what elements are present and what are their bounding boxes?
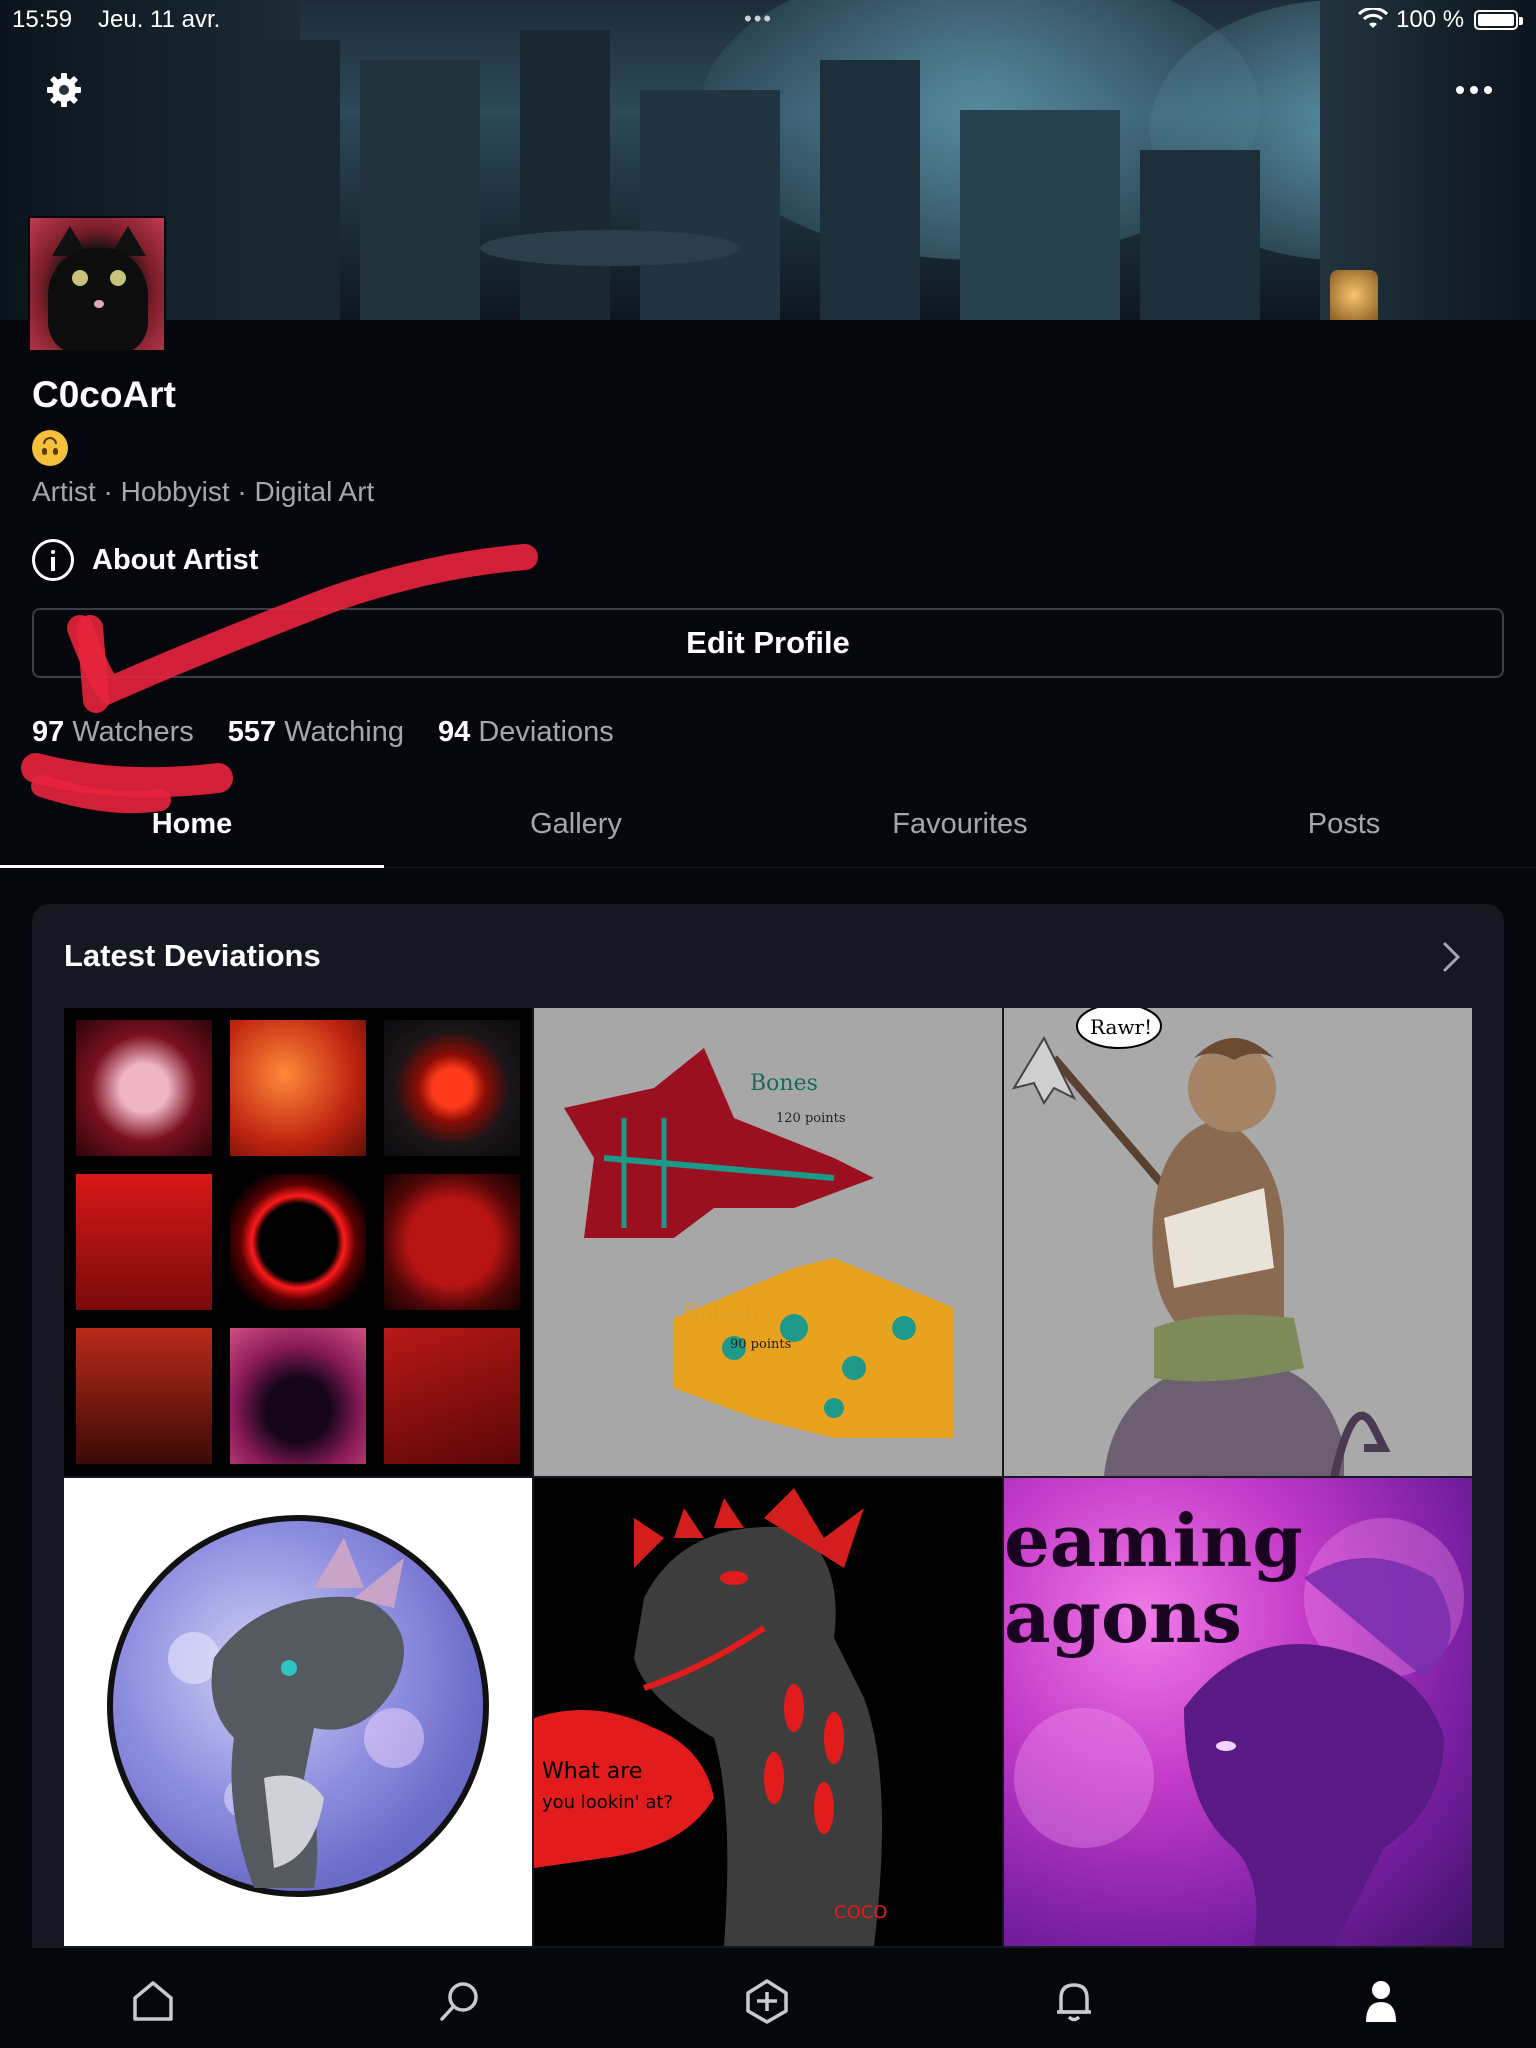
stat-value: 97: [32, 716, 65, 748]
speech-bubble-text: Rawr!: [1090, 1015, 1152, 1039]
search-icon: [440, 1982, 478, 2021]
artist-signature: COCO: [834, 1902, 887, 1923]
adopt-name-bones: Bones: [750, 1071, 818, 1096]
deviation-thumbnail[interactable]: [64, 1478, 532, 1946]
nav-create[interactable]: [614, 1948, 921, 2048]
thumb-caption-line2: you lookin' at?: [542, 1792, 673, 1813]
stat-deviations[interactable]: 94 Deviations: [438, 716, 614, 749]
upside-down-face-icon: [32, 430, 68, 466]
create-icon: [746, 1979, 788, 2024]
nav-profile[interactable]: [1228, 1948, 1535, 2048]
more-horizontal-icon[interactable]: [1452, 70, 1496, 110]
adopt-price-bones: 120 points: [776, 1111, 846, 1126]
bell-icon: [1057, 1983, 1091, 2022]
stat-watching[interactable]: 557 Watching: [228, 716, 404, 749]
username: C0coArt: [32, 374, 176, 415]
deviation-thumbnail[interactable]: Bones 120 points Splash 90 points: [534, 1008, 1002, 1476]
battery-percent: 100 %: [1396, 6, 1465, 33]
stat-value: 557: [227, 716, 277, 748]
stat-label: Deviations: [478, 716, 614, 748]
gear-icon[interactable]: [44, 70, 84, 110]
tab-home[interactable]: Home: [0, 790, 384, 868]
home-icon: [133, 1981, 173, 2021]
thumb-title-line1: eaming: [1004, 1498, 1303, 1583]
thumb-title-line2: agons: [1004, 1574, 1242, 1659]
nav-notifications[interactable]: [921, 1948, 1228, 2048]
deviation-thumbnail[interactable]: What are you lookin' at? COCO: [534, 1478, 1002, 1946]
about-artist-link[interactable]: About Artist: [32, 538, 258, 582]
nav-search[interactable]: [307, 1948, 614, 2048]
stat-watchers[interactable]: 97 Watchers: [32, 716, 194, 749]
stat-label: Watchers: [72, 716, 194, 748]
about-artist-label: About Artist: [92, 543, 259, 576]
profile-banner: [0, 0, 1536, 320]
profile-tabs: Home Gallery Favourites Posts: [0, 790, 1536, 868]
adopt-name-splash: Splash: [684, 1301, 759, 1326]
status-bar: 15:59 Jeu. 11 avr. ••• 100 %: [0, 0, 1536, 40]
dragon-adopt-art: Bones 120 points Splash 90 points: [564, 1048, 954, 1438]
deviation-thumbnail[interactable]: [64, 1008, 532, 1476]
profile-tagline: Artist · Hobbyist · Digital Art: [32, 476, 375, 507]
wifi-icon: [1358, 8, 1388, 28]
profile-stats: 97 Watchers 557 Watching 94 Deviations: [32, 716, 648, 749]
multitasking-dots[interactable]: •••: [744, 6, 773, 32]
tab-favourites[interactable]: Favourites: [768, 790, 1152, 867]
deviation-thumbnail[interactable]: eaming agons: [1004, 1478, 1472, 1946]
deviation-grid: Bones 120 points Splash 90 points Rawr!: [64, 1008, 1472, 1948]
edit-profile-button[interactable]: Edit Profile: [32, 608, 1504, 678]
tab-posts[interactable]: Posts: [1152, 790, 1536, 867]
adopt-price-splash: 90 points: [730, 1337, 791, 1352]
chevron-right-icon[interactable]: [1440, 940, 1464, 974]
status-time: 15:59: [12, 6, 73, 33]
spear-creature-art: Rawr!: [1011, 1008, 1391, 1476]
dragon-icon-art: [107, 1515, 489, 1897]
stat-value: 94: [438, 716, 471, 748]
status-date: Jeu. 11 avr.: [98, 6, 221, 33]
stat-label: Watching: [284, 716, 404, 748]
battery-icon: [1474, 10, 1523, 30]
bottom-nav: [0, 1948, 1536, 2048]
tab-gallery[interactable]: Gallery: [384, 790, 768, 867]
black-dragon-art: What are you lookin' at? COCO: [534, 1488, 887, 1946]
deviation-thumbnail[interactable]: Rawr!: [1004, 1008, 1472, 1476]
nav-home[interactable]: [0, 1948, 307, 2048]
profile-icon: [1366, 1981, 1396, 2022]
avatar[interactable]: [28, 216, 166, 352]
latest-deviations-card: Latest Deviations Bones 120 points Splas…: [32, 904, 1504, 2048]
info-icon: [32, 539, 74, 581]
purple-dragon-art: eaming agons: [1004, 1498, 1464, 1946]
thumb-caption-line1: What are: [542, 1759, 642, 1784]
latest-deviations-title: Latest Deviations: [64, 938, 321, 973]
